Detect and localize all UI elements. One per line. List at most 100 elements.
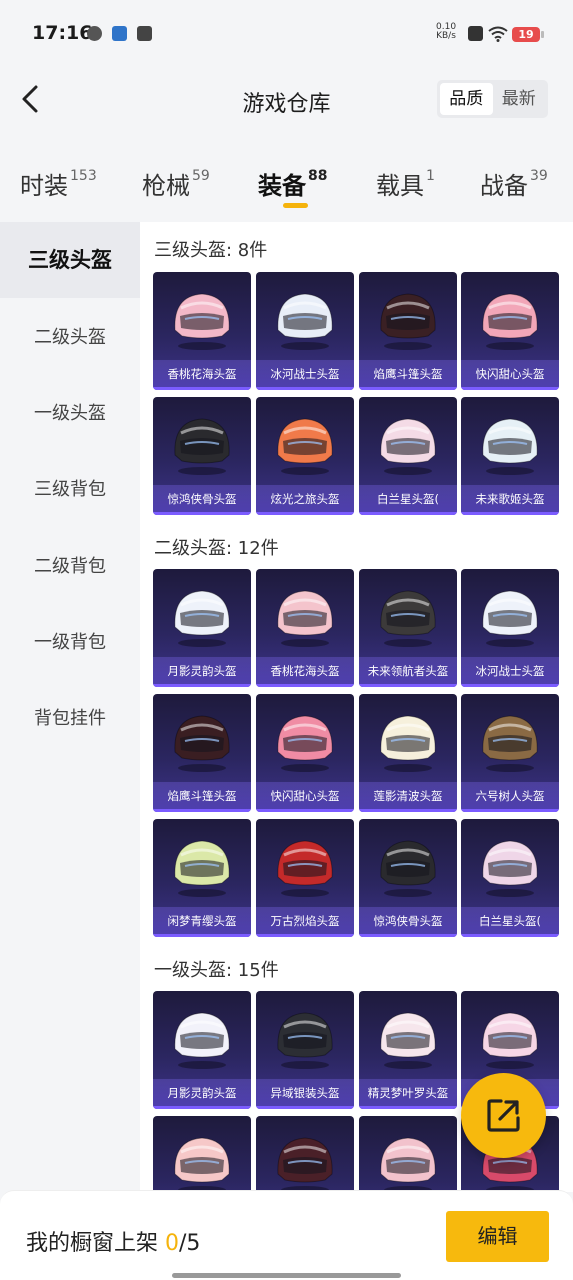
helmet-icon	[482, 418, 538, 475]
helmet-icon	[174, 590, 230, 647]
home-indicator[interactable]	[172, 1273, 401, 1278]
item-grid-area[interactable]: 三级头盔: 8件 二级头盔: 12件 一级头盔: 15件 香桃花海头盔 冰河战士头…	[140, 222, 573, 1192]
item-card[interactable]: 炫光之旅头盔	[256, 397, 354, 515]
item-card[interactable]: 异域银装头盔	[256, 991, 354, 1109]
item-card[interactable]: 香桃花海头盔	[153, 272, 251, 390]
edit-button[interactable]: 编辑	[446, 1211, 549, 1262]
sort-quality-button[interactable]: 品质	[440, 83, 493, 115]
sidebar-item-level1-helmet[interactable]: 一级头盔	[0, 396, 140, 432]
item-name: 快闪甜心头盔	[475, 367, 545, 381]
item-card[interactable]	[256, 1116, 354, 1192]
tab-fashion[interactable]: 时装 153	[20, 166, 97, 201]
helmet-icon	[277, 418, 333, 475]
section-title: 二级头盔: 12件	[154, 538, 279, 559]
helmet-icon	[380, 840, 436, 897]
item-name: 香桃花海头盔	[167, 367, 237, 381]
tab-guns[interactable]: 枪械 59	[142, 166, 210, 201]
item-card[interactable]: 白兰星头盔(	[359, 397, 457, 515]
category-tabs: 时装 153 枪械 59 装备 88 载具 1 战备 39	[0, 158, 573, 210]
helmet-icon	[174, 293, 230, 350]
status-time: 17:16	[32, 22, 93, 44]
item-card[interactable]: 六号树人头盔	[461, 694, 559, 812]
item-card[interactable]: 快闪甜心头盔	[256, 694, 354, 812]
item-name: 未来领航者头盔	[367, 664, 449, 678]
battery-icon: 19	[512, 27, 544, 42]
helmet-icon	[380, 1012, 436, 1069]
item-name: 白兰星头盔(	[377, 492, 439, 506]
item-card[interactable]: 未来歌姬头盔	[461, 397, 559, 515]
tab-equipment[interactable]: 装备 88	[258, 166, 327, 201]
item-card[interactable]: 万古烈焰头盔	[256, 819, 354, 937]
item-card[interactable]: 精灵梦叶罗头盔	[359, 991, 457, 1109]
sort-toggle: 品质 最新	[437, 80, 548, 118]
tab-count: 59	[192, 168, 210, 184]
item-card[interactable]: 莲影清波头盔	[359, 694, 457, 812]
helmet-icon	[174, 418, 230, 475]
helmet-icon	[174, 1137, 230, 1192]
item-card[interactable]: 惊鸿侠骨头盔	[153, 397, 251, 515]
item-card[interactable]: 惊鸿侠骨头盔	[359, 819, 457, 937]
item-name: 六号树人头盔	[475, 789, 545, 803]
item-card[interactable]: 快闪甜心头盔	[461, 272, 559, 390]
share-icon	[487, 1099, 520, 1132]
showcase-label: 我的橱窗上架	[26, 1231, 165, 1256]
item-name: 焰鹰斗篷头盔	[373, 367, 443, 381]
helmet-icon	[277, 590, 333, 647]
item-name: 炫光之旅头盔	[270, 492, 340, 506]
sidebar-item-level2-backpack[interactable]: 二级背包	[0, 549, 140, 585]
item-card[interactable]: 月影灵韵头盔	[153, 991, 251, 1109]
item-card[interactable]: 冰河战士头盔	[461, 569, 559, 687]
helmet-icon	[482, 293, 538, 350]
status-bar: 17:16 0.10 KB/s 19	[0, 0, 573, 60]
helmet-icon	[174, 1012, 230, 1069]
sidebar-item-level3-backpack[interactable]: 三级背包	[0, 472, 140, 508]
item-card[interactable]	[359, 1116, 457, 1192]
item-card[interactable]: 冰河战士头盔	[256, 272, 354, 390]
helmet-icon	[482, 715, 538, 772]
sidebar-item-level2-helmet[interactable]: 二级头盔	[0, 320, 140, 356]
item-card[interactable]: 月影灵韵头盔	[153, 569, 251, 687]
item-name: 莲影清波头盔	[373, 789, 443, 803]
item-name: 惊鸿侠骨头盔	[167, 492, 237, 506]
item-name: 月影灵韵头盔	[167, 664, 237, 678]
sidebar-item-level3-helmet[interactable]: 三级头盔	[0, 222, 140, 298]
item-card[interactable]	[153, 1116, 251, 1192]
helmet-icon	[380, 590, 436, 647]
tab-count: 88	[308, 168, 328, 184]
item-name: 精灵梦叶罗头盔	[367, 1086, 449, 1100]
section-title: 一级头盔: 15件	[154, 960, 279, 981]
app-notification-icon	[112, 26, 127, 41]
item-name: 未来歌姬头盔	[475, 492, 545, 506]
item-card[interactable]: 未来领航者头盔	[359, 569, 457, 687]
wifi-icon	[488, 26, 508, 42]
message-icon	[137, 26, 152, 41]
showcase-total: /5	[179, 1231, 201, 1256]
tab-label: 枪械	[142, 172, 190, 200]
item-card[interactable]: 闲梦青缨头盔	[153, 819, 251, 937]
helmet-icon	[174, 840, 230, 897]
tab-count: 153	[70, 168, 97, 184]
item-card[interactable]: 白兰星头盔(	[461, 819, 559, 937]
item-card[interactable]: 焰鹰斗篷头盔	[359, 272, 457, 390]
sidebar-item-backpack-charm[interactable]: 背包挂件	[0, 701, 140, 737]
tab-vehicles[interactable]: 载具 1	[376, 166, 435, 201]
tab-label: 载具	[376, 172, 424, 200]
helmet-icon	[380, 293, 436, 350]
item-card[interactable]: 焰鹰斗篷头盔	[153, 694, 251, 812]
share-button[interactable]	[461, 1073, 546, 1158]
tab-gear[interactable]: 战备 39	[480, 166, 548, 201]
helmet-icon	[380, 418, 436, 475]
helmet-icon	[277, 1012, 333, 1069]
sidebar-item-level1-backpack[interactable]: 一级背包	[0, 625, 140, 661]
helmet-icon	[380, 715, 436, 772]
tab-label: 时装	[20, 172, 68, 200]
item-card[interactable]: 香桃花海头盔	[256, 569, 354, 687]
tab-label: 战备	[480, 172, 528, 200]
item-name: 焰鹰斗篷头盔	[167, 789, 237, 803]
network-speed: 0.10 KB/s	[436, 23, 456, 41]
sort-latest-button[interactable]: 最新	[493, 83, 546, 115]
item-name: 惊鸿侠骨头盔	[373, 914, 443, 928]
item-name: 白兰星头盔(	[479, 914, 541, 928]
notification-icon	[87, 26, 102, 41]
tab-count: 1	[426, 168, 435, 184]
